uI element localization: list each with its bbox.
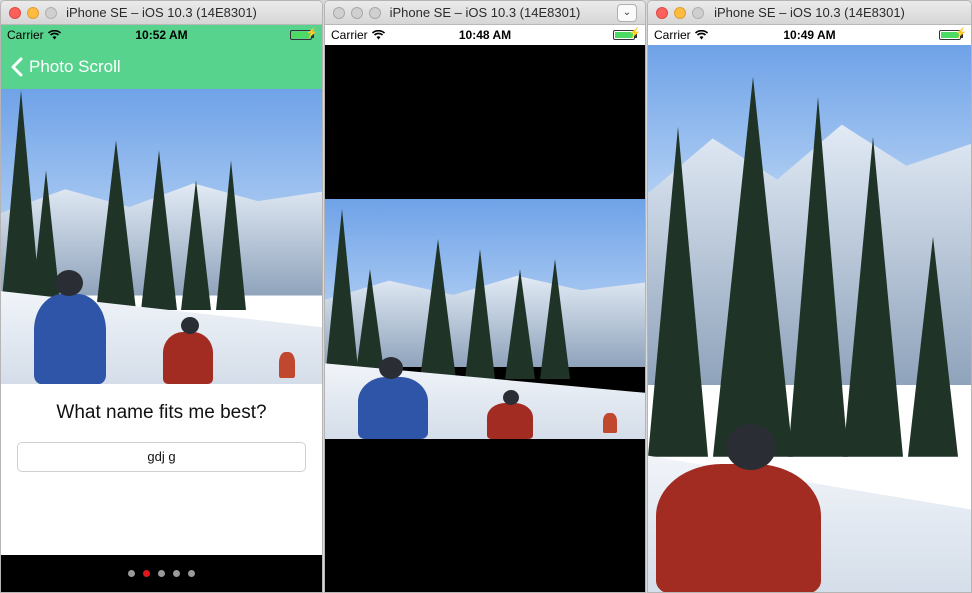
window-title: iPhone SE – iOS 10.3 (14E8301)	[66, 5, 257, 20]
status-bar: Carrier 10:49 AM ⚡	[648, 25, 971, 45]
status-time: 10:49 AM	[783, 28, 836, 42]
page-control[interactable]	[1, 555, 322, 592]
charging-icon: ⚡	[954, 28, 967, 39]
simulator-window-2: iPhone SE – iOS 10.3 (14E8301) ⌄ Carrier…	[324, 0, 646, 593]
chevron-left-icon[interactable]	[11, 57, 23, 77]
ski-photo[interactable]	[325, 199, 645, 439]
status-bar: Carrier 10:52 AM ⚡	[1, 25, 322, 45]
chevron-down-icon[interactable]: ⌄	[617, 4, 637, 22]
ski-photo-zoomed[interactable]	[648, 45, 971, 592]
status-bar: Carrier 10:48 AM ⚡	[325, 25, 645, 45]
status-time: 10:52 AM	[135, 28, 188, 42]
device-screen: Carrier 10:52 AM ⚡ Photo Scroll What nam…	[1, 25, 322, 592]
window-title: iPhone SE – iOS 10.3 (14E8301)	[714, 5, 905, 20]
title-bar[interactable]: iPhone SE – iOS 10.3 (14E8301)	[1, 1, 322, 25]
simulator-window-1: iPhone SE – iOS 10.3 (14E8301) Carrier 1…	[0, 0, 323, 593]
page-dot-1[interactable]	[128, 570, 135, 577]
ski-photo[interactable]	[1, 89, 322, 384]
title-bar[interactable]: iPhone SE – iOS 10.3 (14E8301) ⌄	[325, 1, 645, 25]
page-dot-4[interactable]	[173, 570, 180, 577]
device-screen: Carrier 10:48 AM ⚡	[325, 25, 645, 592]
charging-icon: ⚡	[628, 28, 641, 39]
navigation-bar: Photo Scroll	[1, 45, 322, 89]
back-button-label[interactable]: Photo Scroll	[29, 57, 121, 77]
page-dot-2[interactable]	[143, 570, 150, 577]
title-bar[interactable]: iPhone SE – iOS 10.3 (14E8301)	[648, 1, 971, 25]
device-screen: Carrier 10:49 AM ⚡	[648, 25, 971, 592]
status-time: 10:48 AM	[458, 28, 512, 42]
window-title: iPhone SE – iOS 10.3 (14E8301)	[389, 5, 581, 20]
simulator-window-3: iPhone SE – iOS 10.3 (14E8301) Carrier 1…	[647, 0, 972, 593]
name-text-field[interactable]: gdj g	[17, 442, 306, 472]
page-dot-3[interactable]	[158, 570, 165, 577]
question-label: What name fits me best?	[56, 402, 267, 423]
page-dot-5[interactable]	[188, 570, 195, 577]
charging-icon: ⚡	[305, 28, 318, 39]
